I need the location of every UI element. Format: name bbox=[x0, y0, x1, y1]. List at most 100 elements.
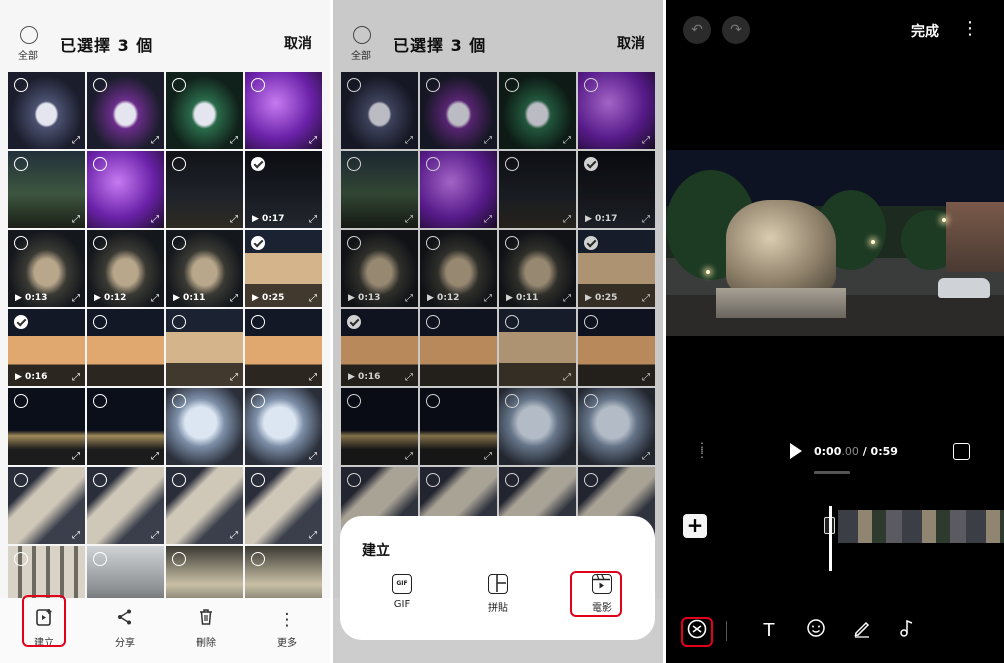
photo-tile[interactable]: ⤢ bbox=[8, 151, 85, 228]
cancel-button[interactable]: 取消 bbox=[284, 33, 312, 53]
select-checkbox[interactable] bbox=[93, 394, 107, 408]
timeline-handle[interactable] bbox=[814, 471, 850, 474]
select-checkbox[interactable] bbox=[251, 394, 265, 408]
speed-icon[interactable]: ⋮ ⋮ bbox=[696, 441, 709, 459]
photo-tile[interactable]: ⤢ bbox=[8, 388, 85, 465]
photo-tile[interactable] bbox=[166, 546, 243, 598]
select-checkbox[interactable] bbox=[251, 473, 265, 487]
expand-icon[interactable]: ⤢ bbox=[151, 530, 159, 541]
select-checkbox[interactable] bbox=[93, 552, 107, 566]
photo-tile[interactable]: ⤢ bbox=[8, 72, 85, 149]
expand-icon[interactable]: ⤢ bbox=[309, 372, 317, 383]
text-icon[interactable]: T bbox=[756, 618, 782, 644]
expand-icon[interactable]: ⤢ bbox=[72, 530, 80, 541]
music-icon[interactable] bbox=[894, 618, 920, 644]
select-checkbox[interactable] bbox=[172, 236, 186, 250]
select-checkbox[interactable] bbox=[251, 552, 265, 566]
expand-icon[interactable]: ⤢ bbox=[151, 214, 159, 225]
photo-tile[interactable]: ⤢ bbox=[245, 72, 322, 149]
expand-icon[interactable]: ⤢ bbox=[151, 451, 159, 462]
photo-tile[interactable]: ▶ 0:12 ⤢ bbox=[87, 230, 164, 307]
expand-icon[interactable]: ⤢ bbox=[72, 293, 80, 304]
select-checkbox[interactable] bbox=[172, 315, 186, 329]
redo-icon[interactable]: ↷ bbox=[722, 16, 750, 44]
select-checkbox[interactable] bbox=[172, 552, 186, 566]
photo-tile[interactable]: ▶ 0:13 ⤢ bbox=[8, 230, 85, 307]
gif-option[interactable]: GIF GIF bbox=[372, 574, 432, 610]
select-checkbox[interactable] bbox=[251, 78, 265, 92]
checked-checkbox[interactable] bbox=[251, 157, 265, 171]
expand-icon[interactable]: ⤢ bbox=[230, 293, 238, 304]
photo-tile[interactable]: ⤢ bbox=[87, 467, 164, 544]
photo-tile[interactable]: ▶ 0:11 ⤢ bbox=[166, 230, 243, 307]
photo-tile[interactable] bbox=[87, 309, 164, 386]
expand-icon[interactable]: ⤢ bbox=[230, 530, 238, 541]
photo-tile[interactable]: ▶ 0:17 ⤢ bbox=[245, 151, 322, 228]
expand-icon[interactable]: ⤢ bbox=[72, 451, 80, 462]
delete-button[interactable]: 刪除 bbox=[176, 608, 236, 649]
photo-tile[interactable]: ▶ 0:25 ⤢ bbox=[245, 230, 322, 307]
photo-tile[interactable]: ⤢ bbox=[166, 309, 243, 386]
video-preview[interactable] bbox=[666, 150, 1004, 336]
expand-icon[interactable]: ⤢ bbox=[309, 214, 317, 225]
draw-icon[interactable] bbox=[849, 618, 875, 644]
photo-tile[interactable]: ⤢ bbox=[166, 151, 243, 228]
photo-tile[interactable]: ⤢ bbox=[8, 467, 85, 544]
playhead[interactable] bbox=[829, 506, 832, 571]
plus-icon[interactable]: + bbox=[683, 514, 707, 538]
collage-option[interactable]: 拼貼 bbox=[468, 574, 528, 614]
photo-tile[interactable] bbox=[8, 546, 85, 598]
select-checkbox[interactable] bbox=[172, 394, 186, 408]
select-checkbox[interactable] bbox=[14, 473, 28, 487]
photo-tile[interactable]: ⤢ bbox=[87, 72, 164, 149]
photo-tile[interactable] bbox=[245, 546, 322, 598]
photo-tile[interactable]: ⤢ bbox=[245, 388, 322, 465]
expand-icon[interactable]: ⤢ bbox=[72, 135, 80, 146]
select-checkbox[interactable] bbox=[172, 157, 186, 171]
expand-icon[interactable]: ⤢ bbox=[309, 451, 317, 462]
undo-icon[interactable]: ↶ bbox=[683, 16, 711, 44]
share-button[interactable]: 分享 bbox=[95, 608, 155, 649]
select-checkbox[interactable] bbox=[251, 315, 265, 329]
select-checkbox[interactable] bbox=[14, 157, 28, 171]
expand-icon[interactable]: ⤢ bbox=[230, 372, 238, 383]
select-checkbox[interactable] bbox=[14, 552, 28, 566]
expand-icon[interactable]: ⤢ bbox=[151, 135, 159, 146]
fit-screen-icon[interactable] bbox=[953, 443, 970, 460]
expand-icon[interactable]: ⤢ bbox=[151, 293, 159, 304]
photo-tile[interactable] bbox=[87, 546, 164, 598]
expand-icon[interactable]: ⤢ bbox=[309, 530, 317, 541]
photo-tile[interactable]: ⤢ bbox=[166, 72, 243, 149]
photo-tile[interactable]: ⤢ bbox=[245, 467, 322, 544]
expand-icon[interactable]: ⤢ bbox=[72, 214, 80, 225]
photo-tile[interactable]: ⤢ bbox=[166, 467, 243, 544]
photo-tile[interactable]: ⤢ bbox=[87, 388, 164, 465]
select-checkbox[interactable] bbox=[93, 236, 107, 250]
expand-icon[interactable]: ⤢ bbox=[230, 135, 238, 146]
select-all-checkbox[interactable] bbox=[20, 26, 38, 44]
select-checkbox[interactable] bbox=[93, 473, 107, 487]
select-checkbox[interactable] bbox=[93, 157, 107, 171]
select-checkbox[interactable] bbox=[14, 394, 28, 408]
more-vertical-icon[interactable]: ⋮ bbox=[961, 18, 979, 39]
select-checkbox[interactable] bbox=[14, 78, 28, 92]
expand-icon[interactable]: ⤢ bbox=[72, 372, 80, 383]
expand-icon[interactable]: ⤢ bbox=[309, 293, 317, 304]
select-checkbox[interactable] bbox=[93, 315, 107, 329]
select-checkbox[interactable] bbox=[14, 236, 28, 250]
checked-checkbox[interactable] bbox=[251, 236, 265, 250]
select-checkbox[interactable] bbox=[172, 78, 186, 92]
photo-tile[interactable]: ⤢ bbox=[245, 309, 322, 386]
checked-checkbox[interactable] bbox=[14, 315, 28, 329]
sticker-icon[interactable] bbox=[803, 618, 829, 644]
expand-icon[interactable]: ⤢ bbox=[309, 135, 317, 146]
timeline-clip[interactable] bbox=[838, 510, 1004, 543]
select-checkbox[interactable] bbox=[93, 78, 107, 92]
done-button[interactable]: 完成 bbox=[911, 21, 939, 41]
photo-tile[interactable]: ⤢ bbox=[87, 151, 164, 228]
photo-tile[interactable]: ▶ 0:16 ⤢ bbox=[8, 309, 85, 386]
expand-icon[interactable]: ⤢ bbox=[230, 214, 238, 225]
photo-tile[interactable] bbox=[166, 388, 243, 465]
more-button[interactable]: ⋮ 更多 bbox=[257, 608, 317, 649]
play-icon[interactable] bbox=[790, 443, 802, 459]
